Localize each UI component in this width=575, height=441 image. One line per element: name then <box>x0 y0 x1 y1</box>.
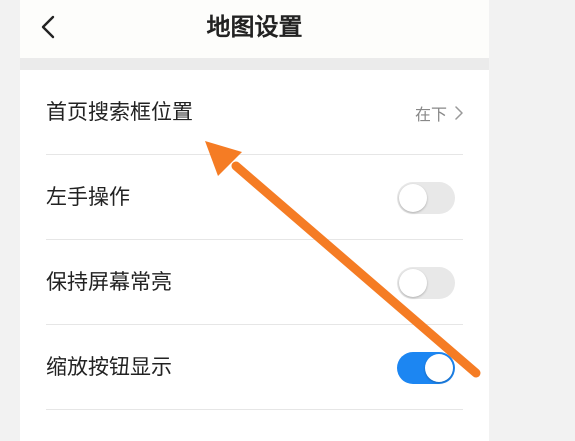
setting-value[interactable]: 在下 <box>415 101 463 125</box>
toggle-knob <box>399 184 427 212</box>
setting-row-search-position[interactable]: 首页搜索框位置 在下 <box>20 70 489 155</box>
setting-label: 首页搜索框位置 <box>46 100 193 124</box>
chevron-right-icon <box>455 106 463 120</box>
section-gap <box>20 58 489 70</box>
zoom-buttons-toggle[interactable] <box>397 352 455 384</box>
screen-on-toggle[interactable] <box>397 267 455 299</box>
setting-row-zoom-buttons: 缩放按钮显示 <box>20 325 489 410</box>
settings-screen: 地图设置 首页搜索框位置 在下 左手操作 保持屏幕常亮 缩放按钮显示 <box>20 0 489 441</box>
background-strip <box>489 0 575 441</box>
top-bar: 地图设置 <box>20 0 489 58</box>
left-hand-toggle[interactable] <box>397 182 455 214</box>
page-title: 地图设置 <box>206 13 303 41</box>
setting-value-text: 在下 <box>414 105 447 124</box>
settings-list: 首页搜索框位置 在下 左手操作 保持屏幕常亮 缩放按钮显示 <box>20 70 489 441</box>
setting-label: 缩放按钮显示 <box>46 355 172 379</box>
toggle-knob <box>399 269 427 297</box>
setting-label: 保持屏幕常亮 <box>46 270 172 294</box>
setting-row-left-hand: 左手操作 <box>20 155 489 240</box>
setting-label: 左手操作 <box>46 185 130 209</box>
setting-row-screen-on: 保持屏幕常亮 <box>20 240 489 325</box>
toggle-knob <box>425 354 453 382</box>
divider <box>46 409 463 410</box>
